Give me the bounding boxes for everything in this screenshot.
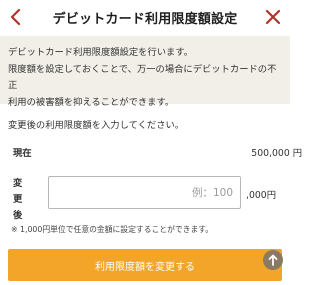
- change-limit-button[interactable]: 利用限度額を変更する: [8, 249, 282, 281]
- instruction-text: 変更後の利用限度額を入力してください。: [8, 120, 185, 131]
- note-text: ※ 1,000円単位で任意の金額に設定することができます。: [11, 225, 214, 234]
- intro-line: 利用の被害額を抑えることができます。: [8, 96, 175, 108]
- current-limit-label: 現在: [13, 148, 32, 159]
- new-limit-label: 変更後: [13, 178, 23, 221]
- intro-line: デビットカード利用限度額設定を行います。: [8, 47, 194, 58]
- intro-panel: デビットカード利用限度額設定を行います。 限度額を設定しておくことで、万一の場合…: [0, 36, 290, 108]
- chevron-left-icon[interactable]: [6, 7, 24, 27]
- unit-label: ,000円: [246, 190, 276, 201]
- arrow-up-icon[interactable]: [263, 250, 283, 270]
- close-icon[interactable]: [264, 8, 282, 26]
- current-limit-value: 500,000 円: [251, 148, 302, 159]
- page-title: デビットカード利用限度額設定: [52, 11, 238, 27]
- new-limit-input[interactable]: [48, 176, 241, 209]
- intro-line: 限度額を設定しておくことで、万一の場合にデビットカードの不正: [8, 63, 277, 92]
- header-bar: デビットカード利用限度額設定: [0, 0, 290, 34]
